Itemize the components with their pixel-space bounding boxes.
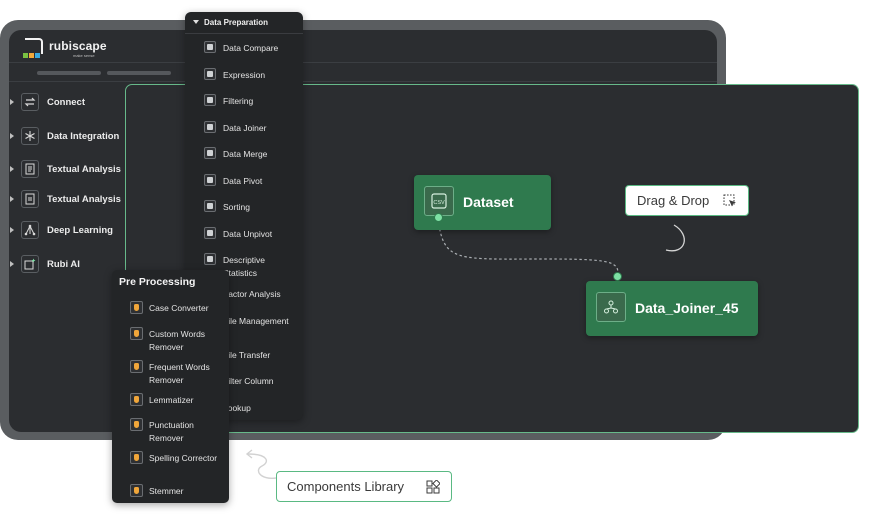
unpivot-icon [204, 227, 216, 239]
menu-item-label: Filter Column [223, 376, 274, 386]
rubiscape-logo-icon [23, 38, 43, 58]
chevron-right-icon [10, 196, 14, 202]
components-library-label: Components Library [287, 479, 405, 494]
tab-placeholder[interactable] [37, 71, 101, 75]
data-joiner-node-label: Data_Joiner_45 [635, 300, 739, 316]
csv-icon-text: CSV [433, 200, 445, 206]
document-lines-icon [21, 160, 39, 178]
bulb-icon [130, 451, 143, 464]
ai-sparkle-icon [21, 255, 39, 273]
caret-down-icon [193, 20, 199, 24]
pp-item-label: Frequent Words Remover [149, 362, 210, 385]
pre-processing-title: Pre Processing [119, 276, 196, 288]
document-icon [21, 190, 39, 208]
components-library-callout: Components Library [276, 471, 452, 502]
menu-item-label: Factor Analysis [223, 289, 281, 299]
sidebar-item-label: Textual Analysis [47, 193, 121, 205]
output-port[interactable] [434, 213, 443, 222]
menu-item-label: Sorting [223, 202, 250, 212]
sidebar-item-connect[interactable]: Connect [9, 90, 134, 114]
tab-bar [9, 64, 717, 82]
dataset-node-label: Dataset [463, 194, 514, 210]
pp-item-label: Case Converter [149, 303, 209, 313]
menu-item-label: Descriptive Statistics [223, 255, 266, 278]
menu-item-label: Data Compare [223, 43, 279, 53]
cursor-select-icon [723, 194, 738, 214]
arrows-exchange-icon [21, 93, 39, 111]
chevron-right-icon [10, 99, 14, 105]
data-joiner-node[interactable]: Data_Joiner_45 [586, 272, 758, 336]
drag-drop-label: Drag & Drop [637, 193, 710, 208]
data-preparation-title: Data Preparation [204, 18, 269, 27]
input-port[interactable] [613, 272, 622, 281]
statistics-icon [204, 253, 216, 265]
logo-name: rubiscape [49, 39, 107, 53]
sidebar-item-data-integration[interactable]: Data Integration [9, 124, 134, 148]
dataset-node[interactable]: CSV Dataset [414, 175, 551, 230]
filter-icon [204, 94, 216, 106]
drag-drop-callout: Drag & Drop [625, 185, 749, 216]
join-icon [596, 292, 626, 322]
sidebar-item-textual-analysis[interactable]: Textual Analysis [9, 157, 134, 181]
menu-item-label: Lookup [223, 403, 251, 413]
expression-icon [204, 68, 216, 80]
components-grid-icon [426, 479, 441, 499]
pp-item-label: Stemmer [149, 486, 184, 496]
pp-item-label: Spelling Corrector [149, 453, 218, 463]
pre-processing-panel: Pre Processing Case Converter Custom Wor… [112, 270, 229, 503]
bulb-icon [130, 360, 143, 373]
bulb-icon [130, 393, 143, 406]
csv-file-icon: CSV [424, 186, 454, 216]
chevron-right-icon [10, 166, 14, 172]
bulb-icon [130, 327, 143, 340]
bulb-icon [130, 418, 143, 431]
menu-item-label: Expression [223, 70, 266, 80]
pp-item-label: Lemmatizer [149, 395, 194, 405]
sidebar-item-deep-learning[interactable]: Deep Learning [9, 218, 134, 242]
data-preparation-header[interactable]: Data Preparation [185, 12, 303, 34]
curly-arrow-icon [245, 449, 277, 479]
menu-item-label: Data Joiner [223, 123, 267, 133]
pp-item-label: Custom Words Remover [149, 329, 206, 352]
sidebar-item-label: Connect [47, 96, 85, 108]
sidebar-item-label: Data Integration [47, 130, 120, 142]
menu-item-label: Filtering [223, 96, 254, 106]
asterisk-icon [21, 127, 39, 145]
pp-item-label: Punctuation Remover [149, 420, 194, 443]
pivot-icon [204, 174, 216, 186]
top-bar: rubiscape make sense [9, 30, 717, 63]
join-icon [204, 121, 216, 133]
sidebar-item-textual-analysis-2[interactable]: Textual Analysis [9, 187, 134, 211]
compare-icon [204, 41, 216, 53]
chevron-right-icon [10, 227, 14, 233]
logo-tagline: make sense [73, 53, 95, 58]
menu-item-label: Data Pivot [223, 176, 263, 186]
merge-icon [204, 147, 216, 159]
sidebar-item-label: Deep Learning [47, 224, 113, 236]
sort-icon [204, 200, 216, 212]
sidebar-item-label: Rubi AI [47, 258, 80, 270]
chevron-right-icon [10, 133, 14, 139]
sidebar-item-label: Textual Analysis [47, 163, 121, 175]
menu-item-label: Data Unpivot [223, 229, 273, 239]
bulb-icon [130, 484, 143, 497]
menu-item-label: File Transfer [223, 350, 271, 360]
menu-item-label: File Management [223, 316, 289, 326]
chevron-right-icon [10, 261, 14, 267]
tab-placeholder[interactable] [107, 71, 171, 75]
network-icon [21, 221, 39, 239]
bulb-icon [130, 301, 143, 314]
menu-item-label: Data Merge [223, 149, 268, 159]
